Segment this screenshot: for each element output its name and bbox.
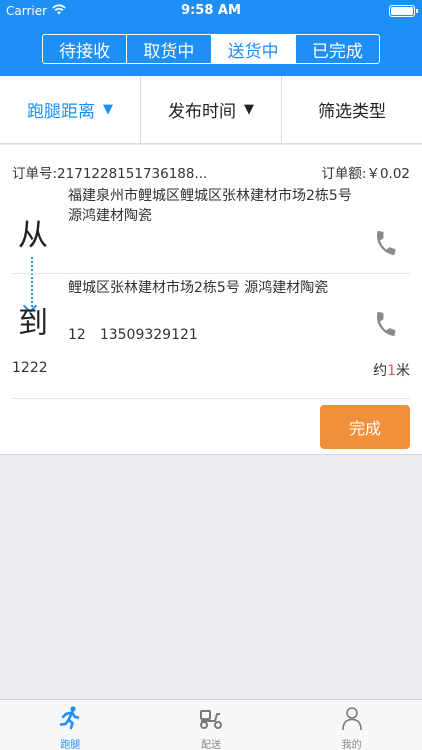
- tab-delivering[interactable]: 送货中: [211, 35, 296, 63]
- order-status-tabs: 待接收 取货中 送货中 已完成: [42, 34, 380, 64]
- scooter-icon: [200, 710, 222, 729]
- filter-distance-label: 跑腿距离: [27, 102, 95, 122]
- receiver-phone: 13509329121: [99, 327, 198, 343]
- to-label: 到: [18, 306, 48, 341]
- tab-errand[interactable]: 跑腿: [0, 700, 141, 750]
- distance-unit: 米: [396, 363, 410, 379]
- bottom-tab-bar: 跑腿 配送 我的: [0, 699, 422, 750]
- filter-bar: 跑腿距离 ▼ 发布时间 ▼ 筛选类型: [0, 76, 422, 144]
- tab-picking-up[interactable]: 取货中: [127, 35, 212, 63]
- receiver-contact: 12 13509329121: [68, 327, 198, 343]
- runner-icon: [60, 706, 80, 730]
- profile-icon: [341, 707, 362, 731]
- order-number: 订单号:2171228151736188...: [12, 166, 208, 182]
- filter-publish-time[interactable]: 发布时间 ▼: [141, 76, 282, 143]
- order-card[interactable]: 订单号:2171228151736188... 订单额:￥0.02 从 到 福建…: [0, 145, 422, 455]
- clock: 9:58 AM: [181, 3, 241, 18]
- filter-publish-time-label: 发布时间: [168, 102, 236, 122]
- pickup-address: 福建泉州市鲤城区鲤城区张林建材市场2栋5号 源鸿建材陶瓷: [68, 188, 352, 224]
- tab-completed[interactable]: 已完成: [296, 35, 379, 63]
- order-note: 1222: [12, 360, 48, 376]
- phone-icon[interactable]: [372, 310, 400, 338]
- divider: [12, 398, 410, 399]
- tab-delivery[interactable]: 配送: [141, 700, 282, 750]
- dropdown-triangle-icon: ▼: [244, 102, 254, 117]
- receiver-name: 12: [68, 327, 86, 343]
- phone-icon[interactable]: [372, 229, 400, 257]
- filter-type[interactable]: 筛选类型: [282, 76, 422, 143]
- filter-type-label: 筛选类型: [318, 102, 386, 122]
- tab-pending-receive[interactable]: 待接收: [43, 35, 128, 63]
- delivery-address: 鲤城区张林建材市场2栋5号 源鸿建材陶瓷: [68, 280, 329, 296]
- distance-prefix: 约: [373, 363, 388, 379]
- status-bar: Carrier 9:58 AM: [0, 0, 422, 22]
- tab-delivery-label: 配送: [201, 740, 221, 750]
- distance-value: 1: [387, 363, 396, 379]
- complete-button[interactable]: 完成: [320, 405, 410, 449]
- divider: [12, 273, 410, 274]
- app-header: Carrier 9:58 AM 待接收 取货中 送货中 已完成: [0, 0, 422, 76]
- tab-errand-label: 跑腿: [60, 740, 81, 750]
- tab-mine-label: 我的: [341, 740, 362, 750]
- battery-icon: [389, 5, 418, 17]
- filter-distance[interactable]: 跑腿距离 ▼: [0, 76, 141, 143]
- dropdown-triangle-icon: ▼: [103, 102, 113, 117]
- order-amount: 订单额:￥0.02: [321, 166, 410, 182]
- from-label: 从: [18, 218, 48, 253]
- tab-mine[interactable]: 我的: [281, 700, 422, 750]
- distance-readout: 约1米: [373, 360, 410, 380]
